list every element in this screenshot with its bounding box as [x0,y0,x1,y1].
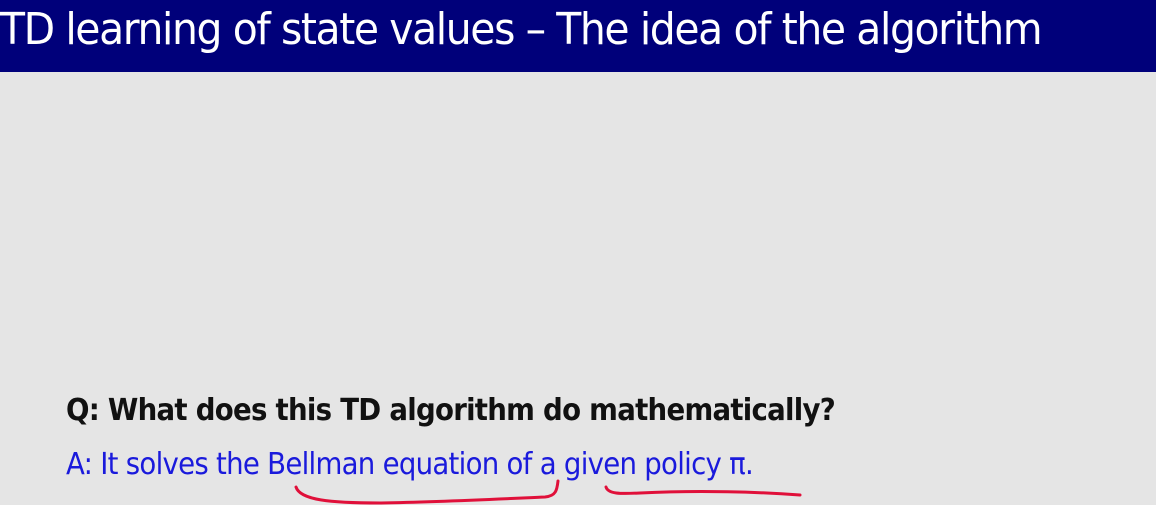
underline-bellman-equation [294,479,560,505]
handwritten-annotations [294,479,802,505]
underline-given-policy [604,485,802,497]
